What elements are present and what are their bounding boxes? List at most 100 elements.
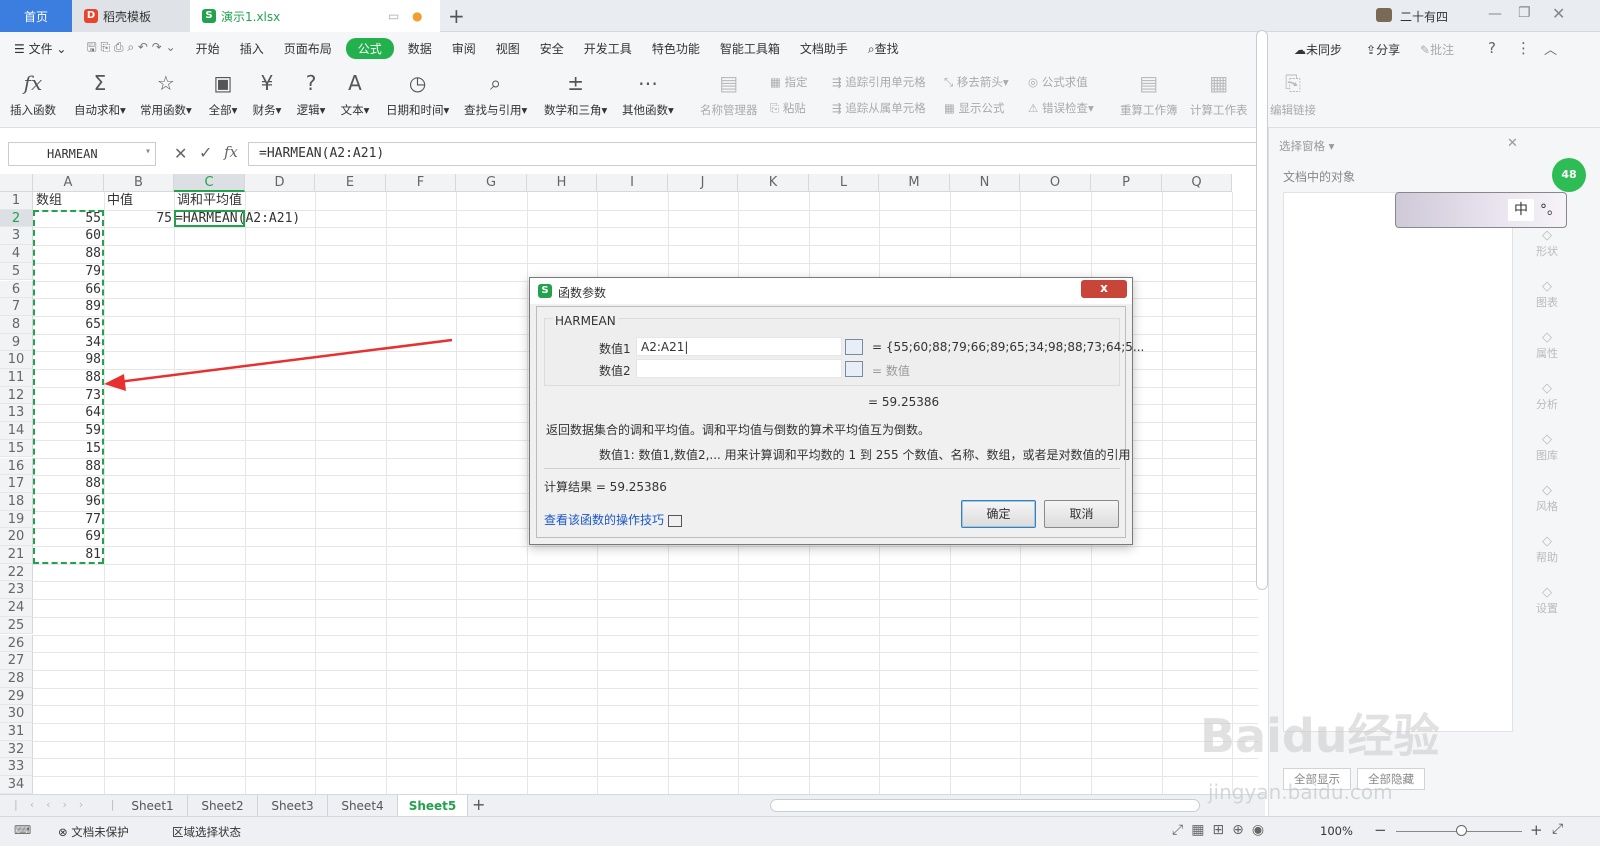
ok-button[interactable]: 确定 — [961, 500, 1036, 528]
sidebar-item-3[interactable]: ◇ 分析 — [1530, 381, 1564, 412]
row-header-6[interactable]: 6 — [0, 280, 33, 299]
remove-arrows-button[interactable]: ⤡ 移去箭头▾ — [944, 74, 1009, 90]
sidebar-item-5[interactable]: ◇ 风格 — [1530, 483, 1564, 514]
column-header-N[interactable]: N — [950, 174, 1020, 192]
more-icon[interactable]: ⋮ — [1516, 39, 1531, 57]
sheet-tab-sheet2[interactable]: Sheet2 — [188, 795, 258, 817]
monitor-icon[interactable]: ▭ — [388, 9, 399, 23]
row-header-22[interactable]: 22 — [0, 563, 33, 582]
sheet-nav-arrows[interactable]: |‹‹›› | — [14, 798, 127, 811]
row-header-10[interactable]: 10 — [0, 351, 33, 369]
column-header-B[interactable]: B — [104, 174, 174, 192]
horizontal-scrollbar[interactable] — [770, 799, 1200, 812]
column-header-Q[interactable]: Q — [1162, 174, 1232, 192]
autosum-button[interactable]: Σ 自动求和▾ — [74, 68, 126, 118]
sidebar-item-1[interactable]: ◇ 图表 — [1530, 279, 1564, 310]
datetime-button[interactable]: ◷ 日期和时间▾ — [386, 68, 449, 118]
column-header-O[interactable]: O — [1020, 174, 1091, 192]
sheet-tab-sheet1[interactable]: Sheet1 — [118, 795, 188, 817]
recalc-workbook-button[interactable]: ▤ 重算工作簿 — [1120, 68, 1178, 118]
floating-widget[interactable]: 中 °。 — [1395, 192, 1567, 228]
row-header-7[interactable]: 7 — [0, 298, 33, 316]
row-header-18[interactable]: 18 — [0, 492, 33, 511]
row-header-33[interactable]: 33 — [0, 758, 33, 777]
close-pane-icon[interactable]: ✕ — [1507, 136, 1518, 151]
confirm-icon[interactable]: ✓ — [199, 143, 212, 162]
common-functions-button[interactable]: ☆ 常用函数▾ — [140, 68, 192, 118]
help-icon[interactable]: ? — [1488, 39, 1496, 57]
other-functions-button[interactable]: ⋯ 其他函数▾ — [622, 68, 674, 118]
all-functions-button[interactable]: ▣ 全部▾ — [208, 68, 238, 118]
menu-search[interactable]: ⌕查找 — [858, 40, 909, 57]
trace-precedents-button[interactable]: ⇶ 追踪引用单元格 — [832, 74, 926, 90]
menu-doc-assistant[interactable]: 文档助手 — [790, 40, 858, 57]
column-header-J[interactable]: J — [668, 174, 738, 192]
column-header-F[interactable]: F — [386, 174, 456, 192]
menu-security[interactable]: 安全 — [530, 40, 574, 57]
zoom-slider-handle[interactable] — [1456, 825, 1467, 836]
math-button[interactable]: ± 数学和三角▾ — [544, 68, 607, 118]
row-header-23[interactable]: 23 — [0, 581, 33, 600]
user-name[interactable]: 二十有四 — [1400, 8, 1448, 25]
column-header-M[interactable]: M — [879, 174, 950, 192]
menu-file[interactable]: ☰ 文件 ⌄ — [0, 40, 76, 57]
protect-status[interactable]: ⊗ 文档未保护 — [58, 824, 129, 840]
dialog-close-button[interactable]: x — [1081, 280, 1127, 298]
collapse-ribbon-icon[interactable]: ︿ — [1544, 39, 1557, 58]
range-picker-icon[interactable] — [845, 339, 863, 355]
row-header-24[interactable]: 24 — [0, 599, 33, 617]
row-header-2[interactable]: 2 — [0, 209, 33, 228]
zoom-in-icon[interactable]: + — [1530, 821, 1543, 839]
menu-formula[interactable]: 公式 — [345, 37, 394, 59]
sidebar-item-4[interactable]: ◇ 图库 — [1530, 432, 1564, 463]
edit-links-button[interactable]: ⎘ 编辑链接 — [1270, 68, 1316, 118]
error-check-button[interactable]: ⚠ 错误检查▾ — [1028, 100, 1094, 116]
column-header-G[interactable]: G — [456, 174, 527, 192]
row-header-30[interactable]: 30 — [0, 705, 33, 723]
row-header-14[interactable]: 14 — [0, 422, 33, 440]
row-header-26[interactable]: 26 — [0, 634, 33, 653]
row-header-8[interactable]: 8 — [0, 315, 33, 334]
column-header-A[interactable]: A — [33, 174, 104, 192]
tab-home[interactable]: 首页 — [0, 0, 72, 32]
minimize-icon[interactable]: — — [1488, 6, 1502, 22]
column-header-K[interactable]: K — [738, 174, 809, 192]
finance-button[interactable]: ¥ 财务▾ — [252, 68, 282, 118]
row-header-29[interactable]: 29 — [0, 687, 33, 706]
row-header-28[interactable]: 28 — [0, 669, 33, 688]
menu-smart-toolbox[interactable]: 智能工具箱 — [710, 40, 790, 57]
menu-features[interactable]: 特色功能 — [642, 40, 710, 57]
menu-data[interactable]: 数据 — [398, 40, 442, 57]
row-header-4[interactable]: 4 — [0, 245, 33, 263]
arg2-input[interactable] — [636, 359, 842, 378]
menu-developer[interactable]: 开发工具 — [574, 40, 642, 57]
row-header-12[interactable]: 12 — [0, 386, 33, 405]
tab-file[interactable]: S 演示1.xlsx ▭ ● — [190, 0, 440, 32]
cell-C1[interactable]: 调和平均值 — [177, 192, 242, 209]
column-header-C[interactable]: C — [174, 174, 245, 192]
row-header-3[interactable]: 3 — [0, 227, 33, 246]
zoom-level[interactable]: 100% — [1320, 824, 1353, 838]
trace-dependents-button[interactable]: ⇶ 追踪从属单元格 — [832, 100, 926, 116]
row-header-13[interactable]: 13 — [0, 404, 33, 423]
comment-button[interactable]: ✎批注 — [1420, 41, 1454, 58]
row-header-19[interactable]: 19 — [0, 510, 33, 529]
lookup-button[interactable]: ⌕ 查找与引用▾ — [464, 68, 527, 118]
row-header-17[interactable]: 17 — [0, 475, 33, 493]
vertical-scrollbar[interactable] — [1256, 30, 1268, 590]
specify-button[interactable]: ▦ 指定 — [770, 74, 808, 90]
show-formula-button[interactable]: ▦ 显示公式 — [944, 100, 1005, 116]
logic-button[interactable]: ? 逻辑▾ — [296, 68, 326, 118]
row-header-9[interactable]: 9 — [0, 333, 33, 352]
cell-A1[interactable]: 数组 — [36, 192, 62, 209]
row-header-34[interactable]: 34 — [0, 776, 33, 794]
selection-pane-title[interactable]: 选择窗格 ▾ — [1279, 138, 1334, 154]
menu-review[interactable]: 审阅 — [442, 40, 486, 57]
calc-sheet-button[interactable]: ▦ 计算工作表 — [1190, 68, 1248, 118]
name-box[interactable]: HARMEAN ▾ — [8, 142, 156, 166]
chevron-down-icon[interactable]: ▾ — [145, 146, 151, 157]
row-header-25[interactable]: 25 — [0, 616, 33, 635]
name-manager-button[interactable]: ▤ 名称管理器 — [700, 68, 758, 118]
cancel-button[interactable]: 取消 — [1044, 500, 1119, 528]
menu-page-layout[interactable]: 页面布局 — [274, 40, 342, 57]
